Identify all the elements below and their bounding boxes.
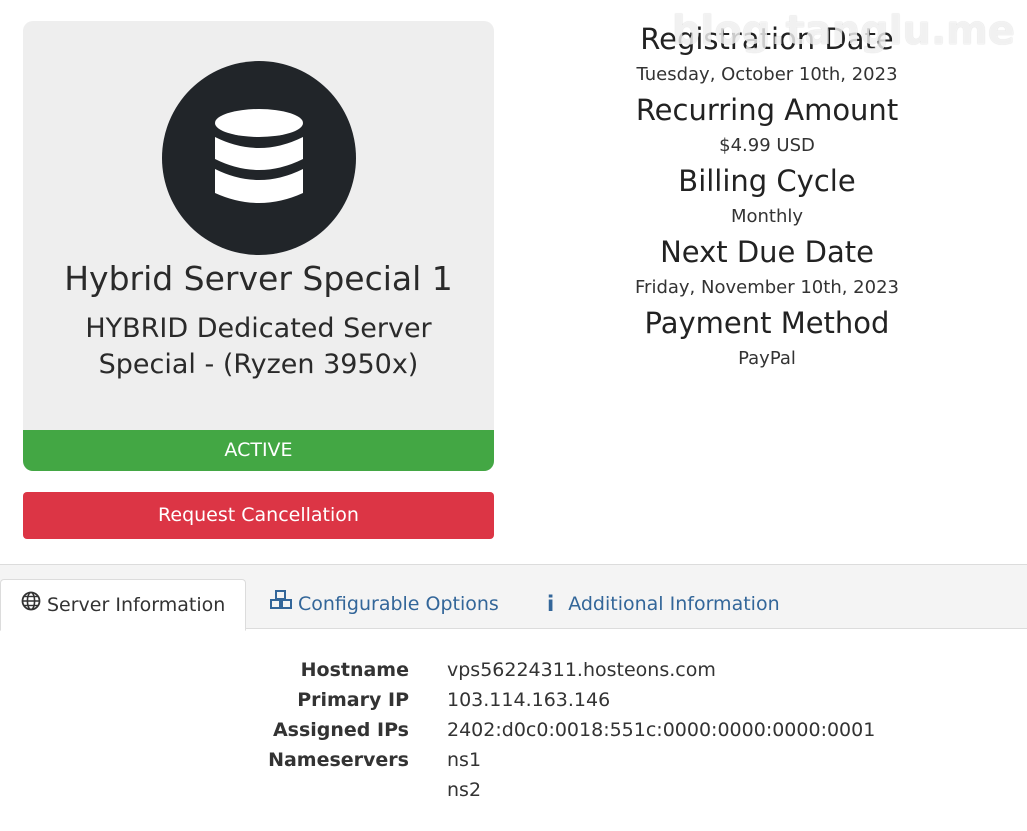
tab-server-information[interactable]: Server Information — [0, 579, 247, 631]
next-due-date-value: Friday, November 10th, 2023 — [635, 277, 899, 298]
recurring-amount-label: Recurring Amount — [635, 93, 899, 127]
tab-additional-information[interactable]: i Additional Information — [527, 579, 800, 630]
info-icon: i — [547, 592, 555, 616]
tab-label: Configurable Options — [298, 593, 499, 615]
payment-method-label: Payment Method — [644, 306, 890, 340]
billing-cycle-label: Billing Cycle — [678, 164, 856, 198]
product-description: HYBRID Dedicated Server Special - (Ryzen… — [85, 313, 432, 380]
cubes-icon — [270, 579, 292, 630]
product-name: Hybrid Server Special 1 — [64, 259, 453, 298]
primary-ip-value: 103.114.163.146 — [447, 689, 611, 711]
database-icon — [215, 109, 303, 203]
assigned-ips-row: Assigned IPs 2402:d0c0:0018:551c:0000:00… — [0, 715, 1027, 745]
tab-label: Additional Information — [568, 593, 780, 615]
nameservers-row-2: ns2 — [0, 775, 1027, 805]
primary-ip-row: Primary IP 103.114.163.146 — [0, 685, 1027, 715]
next-due-date-label: Next Due Date — [660, 235, 874, 269]
hostname-row: Hostname vps56224311.hosteons.com — [0, 655, 1027, 685]
nameserver-2: ns2 — [447, 779, 482, 801]
status-badge: ACTIVE — [23, 430, 494, 471]
tab-label: Server Information — [47, 594, 226, 616]
registration-date-value: Tuesday, October 10th, 2023 — [636, 64, 898, 85]
assigned-ips-label: Assigned IPs — [272, 719, 409, 741]
request-cancellation-button[interactable]: Request Cancellation — [23, 492, 494, 539]
recurring-amount-value: $4.99 USD — [719, 135, 815, 156]
product-icon-circle — [162, 61, 356, 255]
nameserver-1: ns1 — [447, 749, 482, 771]
primary-ip-label: Primary IP — [297, 689, 409, 711]
billing-cycle-value: Monthly — [730, 206, 804, 227]
nameservers-label: Nameservers — [268, 749, 409, 771]
tab-bar: Server Information Configurable Options … — [0, 564, 1027, 631]
hostname-label: Hostname — [300, 659, 409, 681]
nameservers-row: Nameservers ns1 — [0, 745, 1027, 775]
assigned-ips-value: 2402:d0c0:0018:551c:0000:0000:0000:0001 — [447, 719, 876, 741]
tab-configurable-options[interactable]: Configurable Options — [250, 579, 519, 630]
billing-info: Registration Date Tuesday, October 10th,… — [507, 21, 1027, 372]
watermark: blog.tanglu.me — [671, 8, 1015, 54]
hostname-value: vps56224311.hosteons.com — [447, 659, 716, 681]
globe-icon — [21, 580, 41, 631]
payment-method-value: PayPal — [738, 348, 796, 369]
product-card: Hybrid Server Special 1 HYBRID Dedicated… — [23, 21, 494, 471]
